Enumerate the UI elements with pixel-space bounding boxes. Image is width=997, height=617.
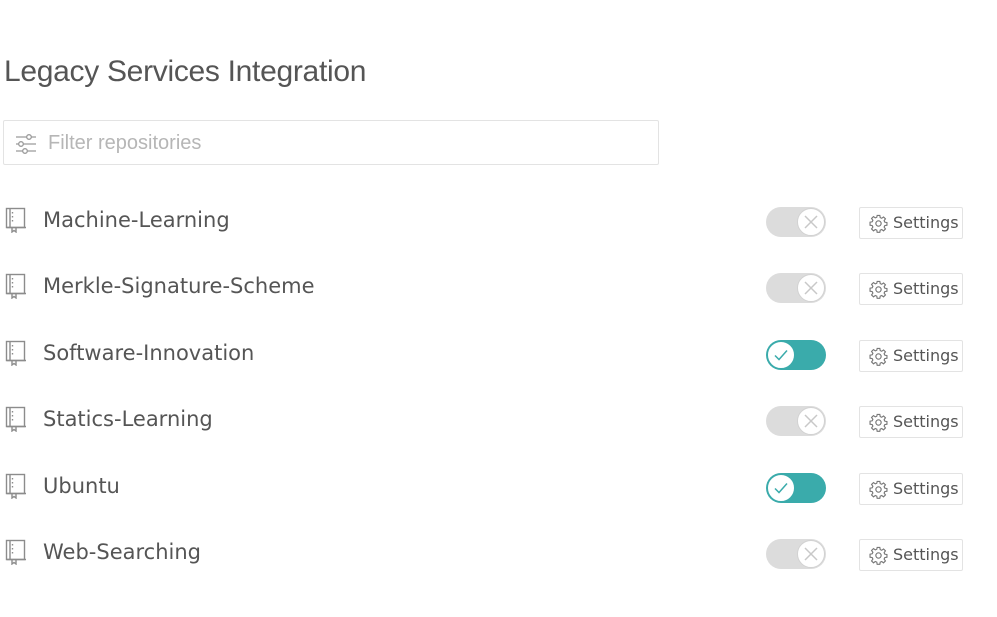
- repository-name[interactable]: Ubuntu: [43, 472, 120, 500]
- gear-icon: [869, 281, 888, 300]
- repo-book-icon: [5, 406, 26, 433]
- repo-book-icon: [5, 274, 26, 300]
- settings-button-label: Settings: [893, 213, 959, 232]
- repo-book-icon: [5, 473, 26, 499]
- repository-row: Web-Searching Settings: [0, 520, 997, 586]
- settings-button[interactable]: Settings: [859, 273, 963, 306]
- repository-row: Merkle-Signature-Scheme Settings: [0, 254, 997, 320]
- repository-row: Statics-Learning Settings: [0, 387, 997, 453]
- repository-row: Software-Innovation Settings: [0, 321, 997, 387]
- close-icon: [804, 547, 818, 561]
- sliders-icon: [16, 134, 36, 154]
- repo-book-icon: [5, 340, 26, 366]
- toggle-switch-off[interactable]: [766, 207, 826, 237]
- toggle-knob: [767, 473, 795, 502]
- toggle-switch-off[interactable]: [766, 538, 826, 569]
- settings-button-label: Settings: [893, 279, 959, 299]
- settings-button-label: Settings: [893, 544, 959, 564]
- repository-name[interactable]: Statics-Learning: [43, 405, 213, 433]
- toggle-switch-off[interactable]: [766, 406, 826, 437]
- settings-button-label: Settings: [893, 345, 959, 365]
- toggle-knob: [797, 208, 825, 236]
- gear-icon: [869, 546, 888, 565]
- toggle-switch-on[interactable]: [766, 339, 826, 370]
- repository-name[interactable]: Software-Innovation: [43, 339, 254, 367]
- repository-name[interactable]: Merkle-Signature-Scheme: [43, 272, 315, 300]
- settings-button[interactable]: Settings: [859, 472, 963, 505]
- page-title: Legacy Services Integration: [4, 55, 367, 88]
- repo-book-icon: [5, 539, 26, 565]
- close-icon: [804, 215, 818, 229]
- close-icon: [804, 414, 818, 428]
- filter-box[interactable]: [3, 120, 659, 165]
- repository-row: Machine-Learning Settings: [0, 188, 997, 254]
- gear-icon: [869, 214, 888, 233]
- toggle-knob: [797, 274, 825, 303]
- repository-name[interactable]: Machine-Learning: [43, 206, 230, 234]
- repository-list: Machine-Learning Settings Merkle-Signatu…: [0, 188, 997, 586]
- check-icon: [774, 349, 788, 361]
- toggle-switch-on[interactable]: [766, 472, 826, 503]
- settings-button[interactable]: Settings: [859, 339, 963, 372]
- filter-input[interactable]: [48, 127, 648, 159]
- settings-button-label: Settings: [893, 412, 959, 432]
- toggle-knob: [767, 340, 795, 369]
- settings-button[interactable]: Settings: [859, 406, 963, 439]
- settings-button[interactable]: Settings: [859, 207, 963, 239]
- check-icon: [774, 482, 788, 494]
- gear-icon: [869, 414, 888, 433]
- close-icon: [804, 281, 818, 295]
- settings-button[interactable]: Settings: [859, 538, 963, 571]
- repository-row: Ubuntu Settings: [0, 454, 997, 520]
- gear-icon: [869, 347, 888, 366]
- repository-name[interactable]: Web-Searching: [43, 538, 201, 566]
- repo-book-icon: [5, 207, 26, 233]
- toggle-knob: [797, 407, 825, 436]
- toggle-switch-off[interactable]: [766, 273, 826, 304]
- gear-icon: [869, 480, 888, 499]
- toggle-knob: [797, 539, 825, 568]
- settings-button-label: Settings: [893, 478, 959, 498]
